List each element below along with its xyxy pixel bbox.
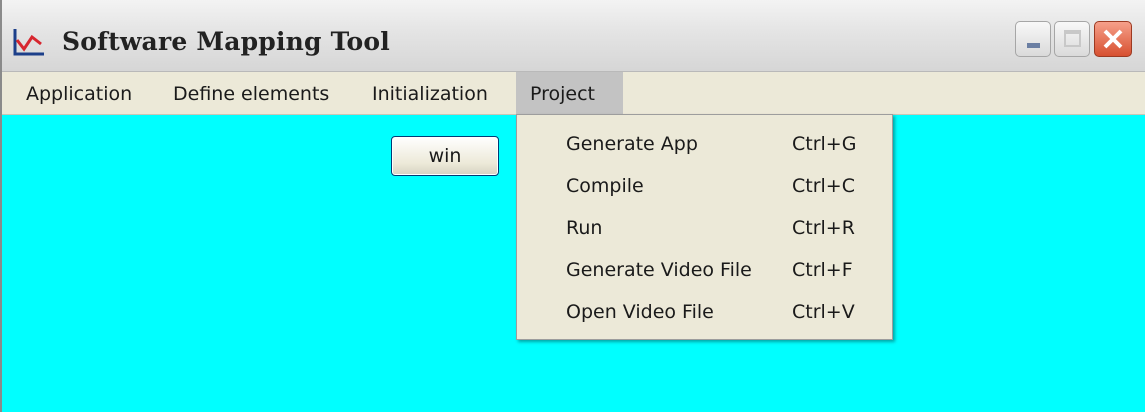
close-icon	[1095, 22, 1131, 56]
window-title: Software Mapping Tool	[62, 27, 391, 56]
application-window: Software Mapping Tool Application Define…	[0, 0, 1145, 412]
menu-item-shortcut: Ctrl+R	[792, 217, 855, 239]
menu-item-compile[interactable]: Compile Ctrl+C	[517, 166, 892, 206]
menu-project[interactable]: Project	[516, 72, 623, 114]
menu-item-label: Generate Video File	[566, 259, 752, 281]
menu-application[interactable]: Application	[18, 72, 140, 114]
menu-item-label: Open Video File	[566, 301, 714, 323]
maximize-icon	[1064, 30, 1081, 47]
menu-initialization[interactable]: Initialization	[364, 72, 496, 114]
close-button[interactable]	[1094, 21, 1132, 57]
menu-item-shortcut: Ctrl+V	[792, 301, 855, 323]
menu-item-label: Compile	[566, 175, 644, 197]
menu-bar: Application Define elements Initializati…	[2, 72, 1145, 115]
menu-item-label: Run	[566, 217, 603, 239]
menu-item-open-video-file[interactable]: Open Video File Ctrl+V	[517, 292, 892, 332]
minimize-icon	[1027, 43, 1040, 48]
title-bar[interactable]: Software Mapping Tool	[2, 0, 1145, 72]
maximize-button[interactable]	[1054, 21, 1090, 57]
menu-item-label: Generate App	[566, 133, 698, 155]
menu-item-shortcut: Ctrl+F	[792, 259, 853, 281]
menu-item-generate-video-file[interactable]: Generate Video File Ctrl+F	[517, 250, 892, 290]
menu-item-generate-app[interactable]: Generate App Ctrl+G	[517, 124, 892, 164]
menu-define-elements[interactable]: Define elements	[165, 72, 337, 114]
menu-item-shortcut: Ctrl+C	[792, 175, 855, 197]
menu-item-run[interactable]: Run Ctrl+R	[517, 208, 892, 248]
minimize-button[interactable]	[1015, 21, 1051, 57]
chart-icon	[12, 27, 46, 57]
project-dropdown-menu: Generate App Ctrl+G Compile Ctrl+C Run C…	[516, 114, 893, 340]
menu-item-shortcut: Ctrl+G	[792, 133, 857, 155]
win-button[interactable]: win	[391, 136, 499, 176]
